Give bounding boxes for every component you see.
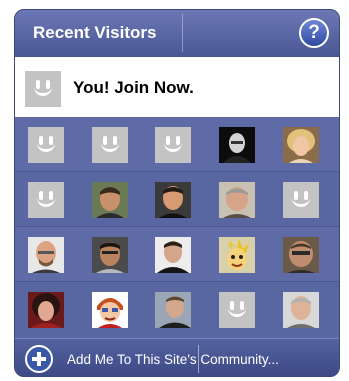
visitor-photo[interactable] xyxy=(283,127,319,163)
default-avatar-icon xyxy=(28,127,64,163)
visitor-row xyxy=(15,227,339,282)
visitor-photo[interactable] xyxy=(155,182,191,218)
visitor-avatar[interactable] xyxy=(92,127,128,163)
join-now-label: You! Join Now. xyxy=(73,78,194,97)
join-now-link[interactable]: You! Join Now. xyxy=(15,57,339,117)
visitor-grid xyxy=(15,117,339,338)
cartoon-avatar-image xyxy=(219,237,255,273)
visitor-photo[interactable] xyxy=(28,292,64,328)
visitor-photo-image xyxy=(283,292,319,328)
widget-title: Recent Visitors xyxy=(33,23,157,42)
visitor-photo-image xyxy=(155,292,191,328)
header-tab-divider xyxy=(182,14,183,52)
visitor-photo-image xyxy=(283,237,319,273)
widget-header: Recent Visitors ? xyxy=(15,10,339,57)
visitor-photo-image xyxy=(92,237,128,273)
visitor-photo[interactable] xyxy=(283,292,319,328)
visitor-row xyxy=(15,282,339,337)
help-question-icon[interactable]: ? xyxy=(299,18,329,48)
visitor-avatar[interactable] xyxy=(283,182,319,218)
visitor-avatar[interactable] xyxy=(28,127,64,163)
visitor-photo-image xyxy=(219,127,255,163)
visitor-avatar[interactable] xyxy=(28,182,64,218)
visitor-photo[interactable] xyxy=(155,292,191,328)
default-avatar-icon xyxy=(28,182,64,218)
default-avatar-icon xyxy=(25,71,61,107)
visitor-photo[interactable] xyxy=(92,182,128,218)
default-avatar-icon xyxy=(92,127,128,163)
visitor-row xyxy=(15,117,339,172)
visitor-photo[interactable] xyxy=(219,182,255,218)
add-me-community-link[interactable]: Add Me To This Site's Community... xyxy=(67,352,279,367)
visitor-photo[interactable] xyxy=(28,237,64,273)
default-avatar-icon xyxy=(219,292,255,328)
widget-footer: Add Me To This Site's Community... xyxy=(15,338,339,376)
visitor-photo[interactable] xyxy=(283,237,319,273)
default-avatar-icon xyxy=(155,127,191,163)
default-avatar-icon xyxy=(283,182,319,218)
cartoon-avatar-image xyxy=(92,292,128,328)
visitor-cartoon-avatar[interactable] xyxy=(92,292,128,328)
visitor-row xyxy=(15,172,339,227)
visitor-photo-image xyxy=(155,237,191,273)
visitor-photo-image xyxy=(28,292,64,328)
visitor-avatar[interactable] xyxy=(219,292,255,328)
visitor-photo[interactable] xyxy=(155,237,191,273)
plus-circle-icon[interactable] xyxy=(25,345,53,373)
visitor-cartoon-avatar[interactable] xyxy=(219,237,255,273)
visitor-photo-image xyxy=(92,182,128,218)
visitor-photo-image xyxy=(283,127,319,163)
visitor-photo[interactable] xyxy=(92,237,128,273)
visitor-photo[interactable] xyxy=(219,127,255,163)
recent-visitors-widget: Recent Visitors ? You! Join Now. Add Me … xyxy=(14,9,340,377)
visitor-photo-image xyxy=(219,182,255,218)
footer-divider xyxy=(198,345,199,373)
visitor-avatar[interactable] xyxy=(155,127,191,163)
visitor-photo-image xyxy=(155,182,191,218)
visitor-photo-image xyxy=(28,237,64,273)
